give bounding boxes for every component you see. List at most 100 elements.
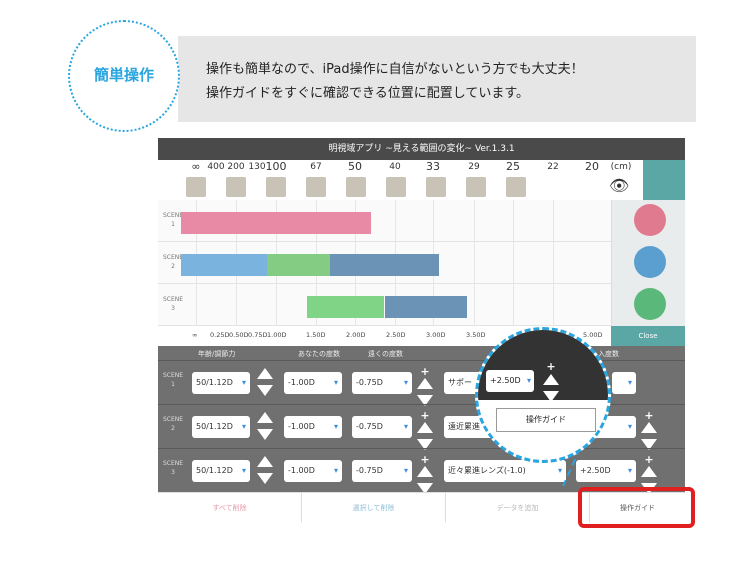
far-power-stepper[interactable]: +	[416, 365, 434, 406]
far-power-select-value: -0.75D	[356, 378, 383, 387]
add-power-stepper[interactable]: +	[640, 410, 658, 450]
visible-range-bar	[181, 254, 267, 276]
arrow-up-icon	[417, 378, 433, 389]
header-far: 遠くの度数	[368, 350, 403, 358]
diopter-tick: 2.00D	[346, 331, 366, 339]
chevron-down-icon: ▾	[403, 378, 408, 387]
your-power-select[interactable]: -1.00D ▾	[284, 416, 342, 438]
add-data-button[interactable]: データを追加	[446, 493, 590, 522]
diopter-tick: 1.50D	[306, 331, 326, 339]
your-power-select[interactable]: -1.00D ▾	[284, 460, 342, 482]
distance-tick: 40	[389, 162, 401, 172]
gridline	[276, 284, 277, 326]
age-stepper[interactable]	[256, 411, 274, 443]
distance-unit: (cm)	[610, 162, 632, 172]
chevron-down-icon: ▾	[403, 422, 408, 431]
age-stepper[interactable]	[256, 367, 274, 399]
scene-chart: SCENE 1 SCENE 2 SCENE 3	[158, 200, 685, 326]
arrow-down-icon	[257, 429, 273, 440]
gridline	[474, 284, 475, 326]
visible-range-bar	[330, 254, 439, 276]
age-select[interactable]: 50/1.12D ▾	[192, 416, 250, 438]
plus-icon: +	[546, 360, 556, 373]
scene-row[interactable]: SCENE 3	[158, 284, 685, 326]
scene-thumbnail	[266, 177, 286, 197]
far-power-select-value: -0.75D	[356, 422, 383, 431]
visible-range-bar	[385, 296, 467, 318]
arrow-up-icon	[543, 374, 559, 385]
zoom-stepper[interactable]: +	[542, 360, 560, 402]
add-power-stepper[interactable]: +	[640, 454, 658, 494]
diopter-tick: 3.00D	[426, 331, 446, 339]
scene-thumbnail	[506, 177, 526, 197]
chevron-down-icon: ▾	[333, 378, 338, 387]
distance-tick: 25	[506, 160, 520, 173]
eye-lens-icon	[634, 204, 666, 236]
delete-all-button[interactable]: すべて削除	[158, 493, 302, 522]
scene-thumbnail	[346, 177, 366, 197]
your-power-select-value: -1.00D	[288, 466, 315, 475]
arrow-up-icon	[641, 422, 657, 433]
arrow-up-icon	[641, 466, 657, 477]
your-power-select-value: -1.00D	[288, 378, 315, 387]
banner-line-2: 操作ガイドをすぐに確認できる位置に配置しています。	[206, 86, 530, 101]
distance-tick: 29	[468, 162, 480, 172]
add-power-select[interactable]: ▾	[612, 372, 636, 394]
gridline	[513, 200, 514, 242]
delete-selected-button[interactable]: 選択して削除	[302, 493, 446, 522]
age-select-value: 50/1.12D	[196, 422, 233, 431]
age-select[interactable]: 50/1.12D ▾	[192, 460, 250, 482]
far-power-select[interactable]: -0.75D ▾	[352, 416, 412, 438]
zoom-add-value: +2.50D	[490, 376, 521, 385]
scene-row[interactable]: SCENE 2	[158, 242, 685, 284]
distance-tick: 67	[310, 162, 322, 172]
distance-tick: 200	[227, 162, 245, 172]
plus-icon: +	[420, 453, 430, 466]
diopter-tick: 0.25D	[210, 331, 230, 339]
gridline	[553, 284, 554, 326]
scene-thumbnail	[386, 177, 406, 197]
lens-select[interactable]: 近々累進レンズ(-1.0) ▾	[444, 460, 566, 482]
distance-tick: 130	[248, 162, 266, 172]
your-power-select-value: -1.00D	[288, 422, 315, 431]
visible-range-bar	[181, 212, 371, 234]
feature-banner: 操作も簡単なので、iPad操作に自信がないという方でも大丈夫！ 操作ガイドをすぐ…	[178, 36, 696, 122]
arrow-up-icon	[257, 412, 273, 423]
chevron-down-icon: ▾	[627, 378, 632, 387]
chevron-down-icon: ▾	[526, 376, 531, 385]
far-power-select[interactable]: -0.75D ▾	[352, 460, 412, 482]
chevron-down-icon: ▾	[557, 466, 562, 475]
chevron-down-icon: ▾	[627, 422, 632, 431]
distance-tick: ∞	[191, 160, 201, 173]
scene-eye-cell	[611, 200, 685, 242]
lens-select-value: 近々累進レンズ(-1.0)	[448, 466, 526, 475]
gridline	[236, 284, 237, 326]
arrow-up-icon	[417, 422, 433, 433]
distance-tick: 22	[547, 162, 559, 172]
scene-row[interactable]: SCENE 1	[158, 200, 685, 242]
gridline	[474, 200, 475, 242]
scene-thumbnail	[226, 177, 246, 197]
scene-label: SCENE 3	[162, 296, 184, 312]
close-button[interactable]: Close	[611, 326, 685, 346]
far-power-select[interactable]: -0.75D ▾	[352, 372, 412, 394]
far-power-stepper[interactable]: +	[416, 453, 434, 494]
zoom-add-select[interactable]: +2.50D ▾	[486, 370, 534, 392]
age-select[interactable]: 50/1.12D ▾	[192, 372, 250, 394]
gridline	[433, 200, 434, 242]
gridline	[513, 242, 514, 284]
zoom-guide-button[interactable]: 操作ガイド	[496, 408, 596, 432]
chevron-down-icon: ▾	[241, 378, 246, 387]
badge-label: 簡単操作	[93, 66, 154, 84]
distance-scale: ∞ 400 200 130 100 67 50 40 33 29 25 22 20 (cm) 👁	[158, 160, 685, 204]
your-power-select[interactable]: -1.00D ▾	[284, 372, 342, 394]
diopter-tick: 0.75D	[248, 331, 268, 339]
arrow-down-icon	[257, 473, 273, 484]
scene-thumbnail	[466, 177, 486, 197]
arrow-down-icon	[543, 391, 559, 402]
far-power-stepper[interactable]: +	[416, 410, 434, 450]
plus-icon: +	[420, 365, 430, 378]
age-stepper[interactable]	[256, 455, 274, 487]
scene-thumbnail	[426, 177, 446, 197]
arrow-down-icon	[257, 385, 273, 396]
